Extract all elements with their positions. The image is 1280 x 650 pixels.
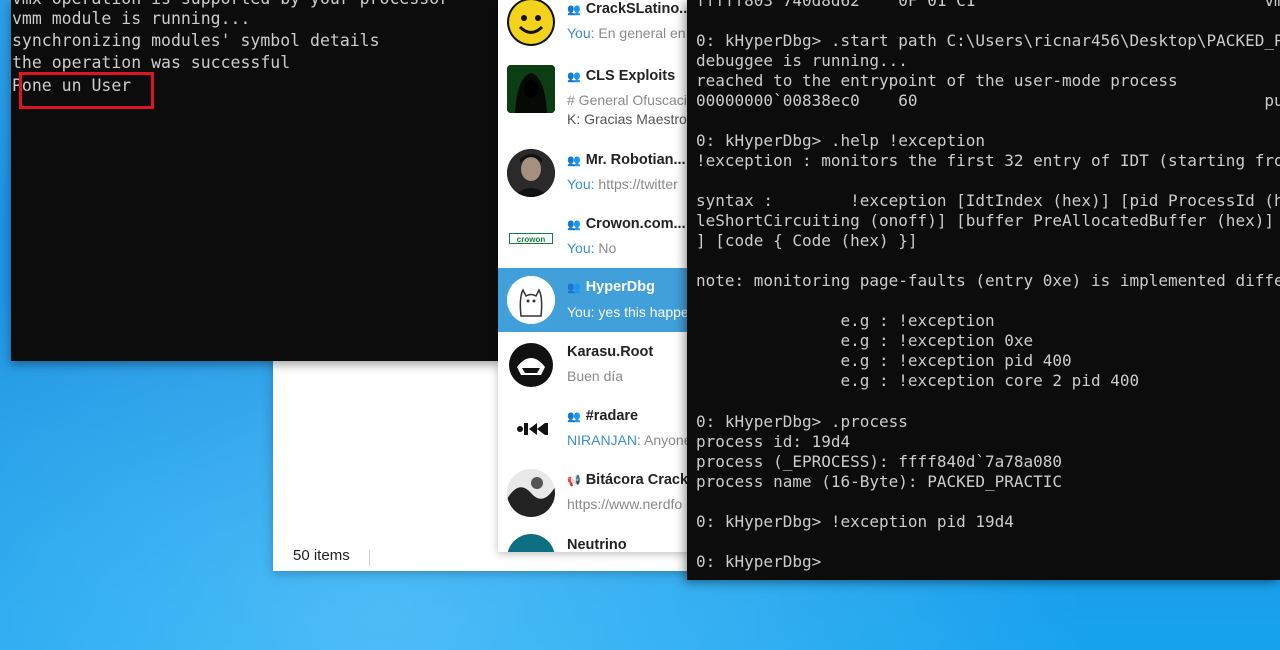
console-line: note: monitoring page-faults (entry 0xe)… bbox=[696, 271, 1280, 290]
group-icon: 👥 bbox=[567, 4, 581, 16]
chat-item-crackslatino[interactable]: 👥 CrackSLatino... You: En general en bbox=[498, 0, 698, 55]
group-icon: 👥 bbox=[567, 219, 581, 231]
console-line: 0: kHyperDbg> !exception pid 19d4 bbox=[696, 512, 1014, 531]
chat-preview: https://www.nerdfo bbox=[567, 496, 683, 512]
console-line: !exception : monitors the first 32 entry… bbox=[696, 151, 1280, 170]
console-line: debuggee is running... bbox=[696, 51, 908, 70]
chat-item-radare[interactable]: 👥 #radare NIRANJAN: Anyone bbox=[498, 398, 698, 462]
radare-logo-icon bbox=[517, 423, 548, 435]
console-prompt[interactable]: 0: kHyperDbg> bbox=[696, 552, 831, 572]
console-line: fffff803`740d8d62 0F 01 C1 vmca bbox=[696, 0, 1280, 10]
console-line: process name (16-Byte): PACKED_PRACTIC bbox=[696, 472, 1063, 491]
console-line: 0: kHyperDbg> .process bbox=[696, 412, 908, 431]
chat-title: 👥 #radare bbox=[567, 408, 639, 424]
group-icon: 👥 bbox=[567, 411, 581, 423]
left-console-window[interactable]: vmx operation is supported by your proce… bbox=[11, 0, 501, 361]
group-icon: 👥 bbox=[567, 155, 581, 167]
chat-preview: You: https://twitter bbox=[567, 176, 678, 192]
red-highlight-box bbox=[19, 72, 154, 109]
status-divider bbox=[369, 550, 370, 566]
avatar bbox=[507, 276, 555, 324]
cat-sketch-icon bbox=[507, 276, 555, 324]
chat-list-panel[interactable]: 👥 CrackSLatino... You: En general en 👥 CLS… bbox=[498, 0, 698, 552]
avatar bbox=[507, 405, 555, 453]
avatar bbox=[507, 469, 555, 517]
chat-title: 👥 Crowon.com... bbox=[567, 216, 686, 232]
right-console-window[interactable]: fffff803`740d8d62 0F 01 C1 vmca 0: kHype… bbox=[687, 0, 1280, 580]
chat-title: 👥 CLS Exploits bbox=[567, 68, 676, 84]
chat-title: 👥 Mr. Robotian... bbox=[567, 152, 686, 168]
item-count-status: 50 items bbox=[293, 547, 350, 564]
console-line: the operation was successful bbox=[12, 53, 291, 72]
chat-preview: You: yes this happe bbox=[567, 304, 689, 320]
chat-preview: You: En general en bbox=[567, 25, 686, 41]
hooded-hacker-icon bbox=[507, 65, 555, 113]
chat-title: Karasu.Root bbox=[567, 344, 654, 360]
avatar bbox=[507, 341, 555, 389]
chat-item-cls-exploits[interactable]: 👥 CLS Exploits # General Ofuscaci K: Grac… bbox=[498, 58, 698, 127]
group-icon: 👥 bbox=[567, 71, 581, 83]
chat-item-karasu-root[interactable]: Karasu.Root Buen día bbox=[498, 334, 698, 398]
console-line: process id: 19d4 bbox=[696, 432, 851, 451]
chat-preview: Buen día bbox=[567, 368, 624, 384]
console-line: vmm module is running... bbox=[12, 9, 251, 28]
console-line: leShortCircuiting (onoff)] [buffer PreAl… bbox=[696, 211, 1280, 230]
chat-item-hyperdbg[interactable]: 👥 HyperDbg You: yes this happe bbox=[498, 268, 698, 332]
chat-title: 👥 CrackSLatino... bbox=[567, 1, 692, 17]
chat-preview: You: No bbox=[567, 240, 617, 256]
chat-item-bitacora-cracks[interactable]: 📢 Bitácora Cracks... https://www.nerdfo bbox=[498, 462, 698, 526]
console-line: e.g : !exception pid 400 bbox=[696, 351, 1072, 370]
chat-preview-line2: K: Gracias Maestro, bbox=[567, 111, 691, 127]
console-line: 00000000`00838ec0 60 push bbox=[696, 91, 1280, 110]
man-portrait-icon bbox=[507, 149, 555, 197]
chat-title: 📢 Bitácora Cracks... bbox=[567, 472, 698, 488]
chat-item-crowon[interactable]: crowon 👥 Crowon.com... You: No bbox=[498, 206, 698, 270]
console-line: 0: kHyperDbg> .start path C:\Users\ricna… bbox=[696, 31, 1280, 50]
console-line: reached to the entrypoint of the user-mo… bbox=[696, 71, 1178, 90]
yellow-smiley-icon bbox=[509, 0, 553, 44]
chat-item-mr-robotian[interactable]: 👥 Mr. Robotian... You: https://twitter bbox=[498, 142, 698, 206]
console-line: e.g : !exception core 2 pid 400 bbox=[696, 371, 1140, 390]
chat-title: 👥 HyperDbg bbox=[567, 279, 655, 295]
console-line: e.g : !exception bbox=[696, 311, 995, 330]
bw-pattern-icon bbox=[507, 469, 555, 517]
group-icon: 👥 bbox=[567, 282, 581, 294]
avatar bbox=[507, 0, 555, 46]
avatar: crowon bbox=[507, 213, 555, 261]
chat-item-neutrino[interactable]: Neutrino bbox=[498, 527, 698, 552]
console-line: syntax : !exception [IdtIndex (hex)] [pi… bbox=[696, 191, 1280, 210]
crowon-logo-icon: crowon bbox=[509, 233, 553, 244]
channel-icon: 📢 bbox=[567, 475, 581, 487]
teal-circle-icon bbox=[507, 534, 555, 552]
avatar bbox=[507, 149, 555, 197]
avatar bbox=[507, 65, 555, 113]
console-line: synchronizing modules' symbol details bbox=[12, 31, 380, 50]
chat-preview: NIRANJAN: Anyone bbox=[567, 432, 692, 448]
console-line: e.g : !exception 0xe bbox=[696, 331, 1034, 350]
chat-preview: # General Ofuscaci bbox=[567, 92, 687, 108]
console-line: 0: kHyperDbg> .help !exception bbox=[696, 131, 985, 150]
black-helmet-icon bbox=[509, 343, 553, 387]
chat-title: Neutrino bbox=[567, 537, 627, 552]
console-line: process (_EPROCESS): ffff840d`7a78a080 bbox=[696, 452, 1063, 471]
console-line: ] [code { Code (hex) }] bbox=[696, 231, 918, 250]
